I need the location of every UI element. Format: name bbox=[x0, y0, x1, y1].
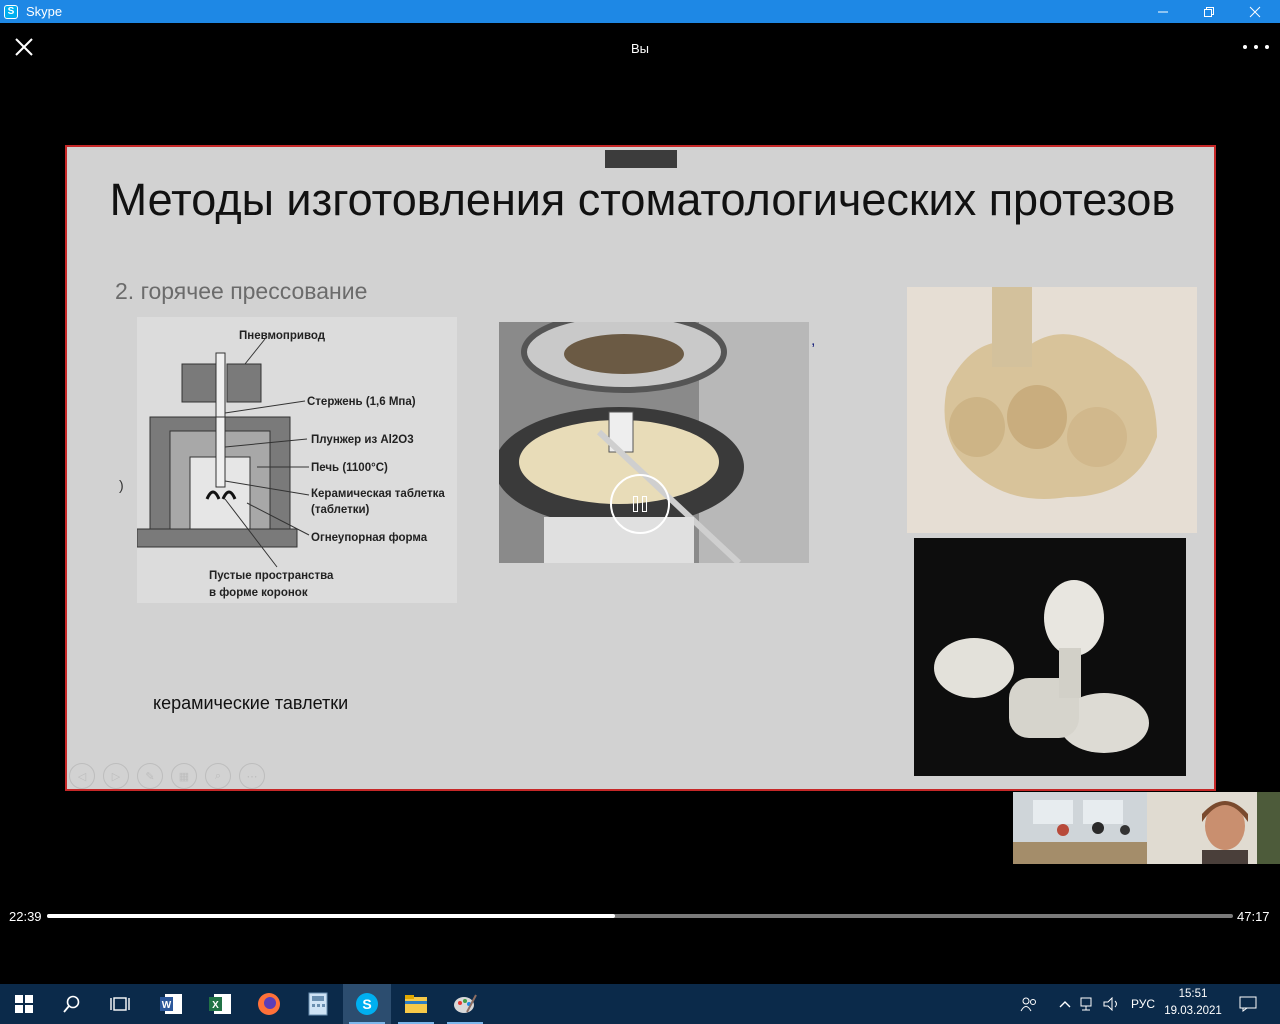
volume-button[interactable] bbox=[1102, 984, 1122, 1024]
label-plunger: Плунжер из Al2O3 bbox=[311, 434, 414, 446]
close-window-button[interactable] bbox=[1232, 0, 1278, 23]
total-time: 47:17 bbox=[1237, 909, 1270, 924]
magnifier-icon: ⌕ bbox=[214, 769, 222, 782]
more-options-button[interactable] bbox=[1243, 38, 1269, 56]
slides-button[interactable]: ▦ bbox=[171, 763, 197, 789]
taskbar-file-explorer[interactable] bbox=[392, 984, 440, 1024]
elapsed-time: 22:39 bbox=[9, 909, 42, 924]
more-dot bbox=[1243, 45, 1247, 49]
skype-icon: S bbox=[356, 993, 378, 1015]
restore-icon bbox=[1204, 6, 1214, 17]
crowns-illustration bbox=[914, 538, 1186, 776]
taskbar-excel[interactable]: X bbox=[196, 984, 244, 1024]
clock-date: 19.03.2021 bbox=[1164, 1005, 1222, 1017]
label-rod: Стержень (1,6 Мпа) bbox=[307, 396, 416, 408]
minimize-button[interactable] bbox=[1140, 0, 1186, 23]
search-button[interactable] bbox=[48, 984, 96, 1024]
arrow-left-icon: ◁ bbox=[77, 770, 87, 783]
arrow-right-icon: ▷ bbox=[111, 770, 121, 783]
label-tablet: Керамическая таблетка bbox=[311, 488, 445, 500]
windows-logo-icon bbox=[15, 995, 33, 1013]
search-icon bbox=[63, 995, 80, 1013]
participant-video-self[interactable] bbox=[1147, 792, 1280, 864]
slide-title: Методы изготовления стоматологических пр… bbox=[109, 174, 1176, 225]
network-button[interactable] bbox=[1078, 984, 1098, 1024]
label-cavities-sub: в форме коронок bbox=[209, 587, 308, 599]
show-hidden-icons-button[interactable] bbox=[1056, 984, 1074, 1024]
language-indicator[interactable]: РУС bbox=[1130, 984, 1156, 1024]
previous-slide-button[interactable]: ◁ bbox=[69, 763, 95, 789]
clock-time: 15:51 bbox=[1178, 988, 1208, 1000]
taskbar-paint[interactable] bbox=[441, 984, 489, 1024]
restore-button[interactable] bbox=[1186, 0, 1232, 23]
paint-icon bbox=[454, 994, 477, 1013]
start-button[interactable] bbox=[0, 984, 48, 1024]
hot-pressing-diagram: Пневмопривод Стержень (1,6 Мпа) Плунжер … bbox=[136, 317, 457, 603]
notifications-icon bbox=[1239, 996, 1257, 1012]
more-slide-options-button[interactable]: ⋯ bbox=[239, 763, 265, 789]
skype-app-icon: S bbox=[4, 4, 18, 19]
mold-illustration bbox=[907, 287, 1197, 533]
progress-fill bbox=[47, 914, 616, 918]
svg-text:S: S bbox=[362, 996, 371, 1012]
word-icon: W bbox=[160, 994, 182, 1014]
classroom-video bbox=[1013, 792, 1147, 864]
taskbar-calculator[interactable] bbox=[294, 984, 342, 1024]
firefox-icon bbox=[258, 993, 280, 1015]
folder-icon bbox=[405, 995, 427, 1013]
zoom-button[interactable]: ⌕ bbox=[205, 763, 231, 789]
label-furnace: Печь (1100°С) bbox=[311, 462, 388, 474]
self-video bbox=[1147, 792, 1280, 864]
ceramic-crowns-photo bbox=[914, 538, 1186, 776]
ceramic-mold-photo bbox=[907, 287, 1197, 533]
people-button[interactable] bbox=[1018, 984, 1040, 1024]
taskbar-word[interactable]: W bbox=[147, 984, 195, 1024]
volume-icon bbox=[1103, 997, 1117, 1011]
network-icon bbox=[1080, 997, 1092, 1011]
next-slide-button[interactable]: ▷ bbox=[103, 763, 129, 789]
close-icon bbox=[1249, 6, 1261, 17]
task-view-icon bbox=[110, 997, 130, 1011]
presentation-controls: ◁ ▷ ✎ ▦ ⌕ ⋯ bbox=[69, 763, 265, 789]
label-cavities: Пустые пространства bbox=[209, 570, 334, 582]
label-tablet-sub: (таблетки) bbox=[311, 504, 370, 516]
window-title: Skype bbox=[26, 4, 63, 19]
ellipsis-icon: ⋯ bbox=[246, 770, 258, 783]
label-actuator: Пневмопривод bbox=[239, 330, 326, 342]
calculator-icon bbox=[308, 992, 328, 1016]
taskbar-firefox[interactable] bbox=[245, 984, 293, 1024]
excel-icon: X bbox=[209, 994, 231, 1014]
pause-icon bbox=[633, 496, 638, 512]
action-center-button[interactable] bbox=[1236, 984, 1260, 1024]
minimize-icon bbox=[1158, 11, 1168, 12]
presenter-name: Вы bbox=[630, 41, 649, 56]
pause-icon bbox=[642, 496, 647, 512]
slide-subtitle: 2. горячее прессование bbox=[115, 278, 368, 304]
svg-text:W: W bbox=[162, 1000, 172, 1011]
pen-button[interactable]: ✎ bbox=[137, 763, 163, 789]
participant-video-classroom[interactable] bbox=[1013, 792, 1147, 864]
svg-text:X: X bbox=[212, 1000, 219, 1011]
more-dot bbox=[1254, 45, 1258, 49]
chevron-up-icon bbox=[1059, 1001, 1071, 1008]
label-mold: Огнеупорная форма bbox=[311, 532, 428, 544]
share-indicator-tab bbox=[605, 150, 677, 168]
playback-progress-bar[interactable] bbox=[47, 914, 1233, 918]
video-pause-button[interactable] bbox=[610, 474, 670, 534]
task-view-button[interactable] bbox=[96, 984, 144, 1024]
slide-mark: ) bbox=[119, 477, 124, 493]
slide-caption: керамические тавлетки bbox=[153, 693, 349, 713]
slides-icon: ▦ bbox=[178, 770, 190, 783]
slide-mark: , bbox=[811, 332, 816, 349]
taskbar-skype[interactable]: S bbox=[343, 984, 391, 1024]
taskbar-clock[interactable]: 15:51 19.03.2021 bbox=[1160, 986, 1226, 1020]
shared-slide: Методы изготовления стоматологических пр… bbox=[65, 145, 1216, 791]
people-icon bbox=[1020, 997, 1036, 1012]
pen-icon: ✎ bbox=[145, 770, 155, 783]
window-titlebar: S Skype bbox=[0, 0, 1280, 23]
diagram-drawing: Пневмопривод Стержень (1,6 Мпа) Плунжер … bbox=[136, 330, 445, 599]
more-dot bbox=[1265, 45, 1269, 49]
